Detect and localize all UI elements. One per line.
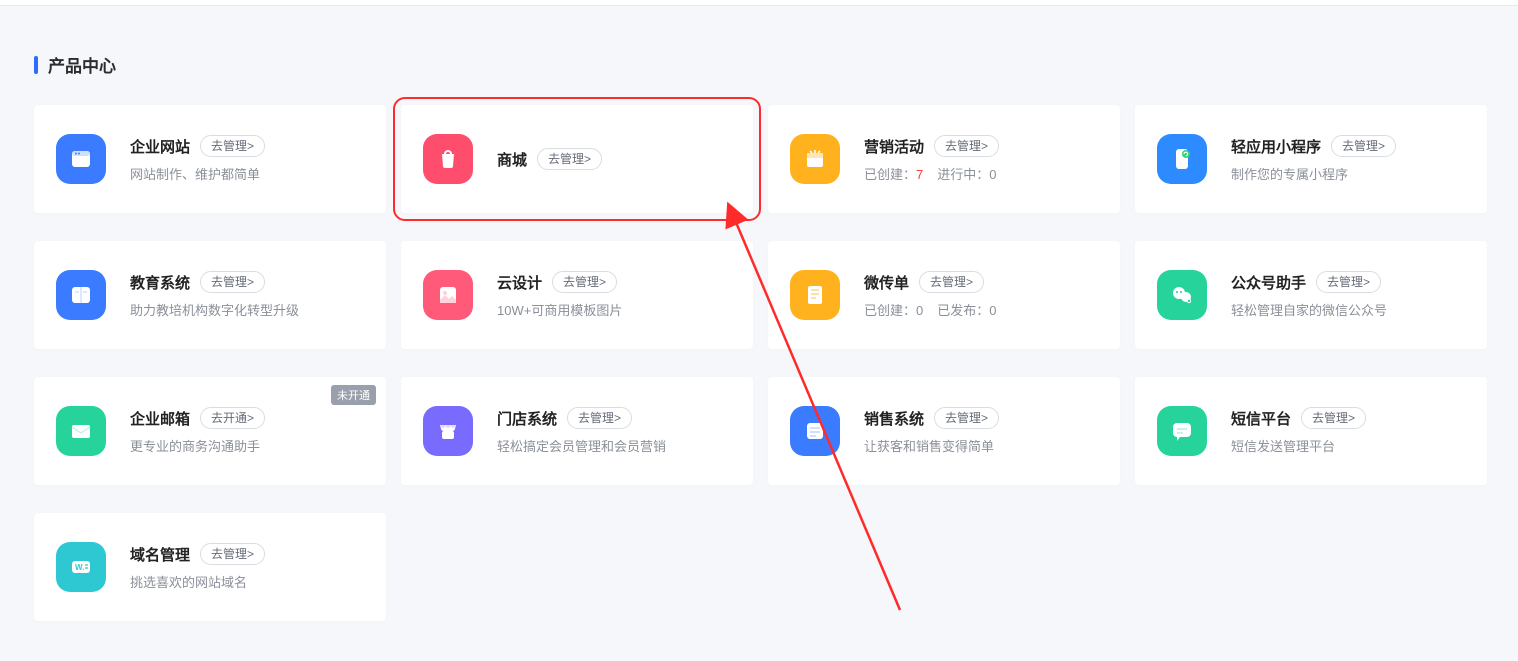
product-grid: 企业网站去管理>网站制作、维护都简单商城去管理>营销活动去管理>已创建：7进行中… bbox=[34, 105, 1484, 621]
card-stats: 已创建：7进行中：0 bbox=[864, 167, 1098, 183]
flyer-icon bbox=[790, 270, 840, 320]
website-icon bbox=[56, 134, 106, 184]
card-action-button[interactable]: 去管理> bbox=[200, 135, 265, 157]
card-action-button[interactable]: 去管理> bbox=[1331, 135, 1396, 157]
card-stats: 已创建：0已发布：0 bbox=[864, 303, 1098, 319]
section-header: 产品中心 bbox=[34, 52, 1484, 77]
card-action-button[interactable]: 去管理> bbox=[1301, 407, 1366, 429]
card-desc: 网站制作、维护都简单 bbox=[130, 167, 364, 183]
card-action-button[interactable]: 去开通> bbox=[200, 407, 265, 429]
badge-unopened: 未开通 bbox=[331, 385, 376, 405]
product-card[interactable]: 商城去管理> bbox=[401, 105, 753, 213]
card-title: 轻应用小程序 bbox=[1231, 136, 1321, 157]
mail-icon bbox=[56, 406, 106, 456]
card-desc: 挑选喜欢的网站域名 bbox=[130, 575, 364, 591]
card-action-button[interactable]: 去管理> bbox=[934, 407, 999, 429]
product-center-section: 产品中心 企业网站去管理>网站制作、维护都简单商城去管理>营销活动去管理>已创建… bbox=[0, 6, 1518, 621]
sales-icon bbox=[790, 406, 840, 456]
product-card[interactable]: 企业网站去管理> 网站制作、维护都简单 bbox=[34, 105, 386, 213]
domain-icon: W. bbox=[56, 542, 106, 592]
card-desc: 轻松搞定会员管理和会员营销 bbox=[497, 439, 731, 455]
card-desc: 助力教培机构数字化转型升级 bbox=[130, 303, 364, 319]
product-card[interactable]: 短信平台去管理> 短信发送管理平台 bbox=[1135, 377, 1487, 485]
card-action-button[interactable]: 去管理> bbox=[537, 148, 602, 170]
edu-icon bbox=[56, 270, 106, 320]
card-action-button[interactable]: 去管理> bbox=[567, 407, 632, 429]
card-action-button[interactable]: 去管理> bbox=[919, 271, 984, 293]
card-action-button[interactable]: 去管理> bbox=[200, 543, 265, 565]
card-title: 门店系统 bbox=[497, 408, 557, 429]
marketing-icon bbox=[790, 134, 840, 184]
product-card[interactable]: 微传单去管理> 已创建：0已发布：0 bbox=[768, 241, 1120, 349]
card-title: 公众号助手 bbox=[1231, 272, 1306, 293]
card-desc: 短信发送管理平台 bbox=[1231, 439, 1465, 455]
card-title: 微传单 bbox=[864, 272, 909, 293]
card-action-button[interactable]: 去管理> bbox=[934, 135, 999, 157]
store-icon bbox=[423, 406, 473, 456]
product-card[interactable]: W. 域名管理去管理> 挑选喜欢的网站域名 bbox=[34, 513, 386, 621]
card-desc: 轻松管理自家的微信公众号 bbox=[1231, 303, 1465, 319]
design-icon bbox=[423, 270, 473, 320]
product-card[interactable]: 轻应用小程序去管理> 制作您的专属小程序 bbox=[1135, 105, 1487, 213]
miniapp-icon bbox=[1157, 134, 1207, 184]
card-title: 短信平台 bbox=[1231, 408, 1291, 429]
product-card[interactable]: 销售系统去管理> 让获客和销售变得简单 bbox=[768, 377, 1120, 485]
card-desc: 制作您的专属小程序 bbox=[1231, 167, 1465, 183]
product-card[interactable]: 未开通企业邮箱去开通> 更专业的商务沟通助手 bbox=[34, 377, 386, 485]
card-action-button[interactable]: 去管理> bbox=[200, 271, 265, 293]
card-title: 域名管理 bbox=[130, 544, 190, 565]
card-title: 教育系统 bbox=[130, 272, 190, 293]
mall-icon bbox=[423, 134, 473, 184]
wechat-icon bbox=[1157, 270, 1207, 320]
card-title: 企业网站 bbox=[130, 136, 190, 157]
product-card[interactable]: 门店系统去管理> 轻松搞定会员管理和会员营销 bbox=[401, 377, 753, 485]
card-title: 商城 bbox=[497, 149, 527, 170]
card-title: 云设计 bbox=[497, 272, 542, 293]
product-card[interactable]: 云设计去管理> 10W+可商用模板图片 bbox=[401, 241, 753, 349]
product-card[interactable]: 教育系统去管理> 助力教培机构数字化转型升级 bbox=[34, 241, 386, 349]
card-title: 营销活动 bbox=[864, 136, 924, 157]
product-card[interactable]: 公众号助手去管理> 轻松管理自家的微信公众号 bbox=[1135, 241, 1487, 349]
product-card[interactable]: 营销活动去管理> 已创建：7进行中：0 bbox=[768, 105, 1120, 213]
card-desc: 让获客和销售变得简单 bbox=[864, 439, 1098, 455]
card-action-button[interactable]: 去管理> bbox=[552, 271, 617, 293]
card-title: 企业邮箱 bbox=[130, 408, 190, 429]
card-title: 销售系统 bbox=[864, 408, 924, 429]
card-desc: 10W+可商用模板图片 bbox=[497, 303, 731, 319]
card-action-button[interactable]: 去管理> bbox=[1316, 271, 1381, 293]
section-accent-bar bbox=[34, 56, 38, 74]
sms-icon bbox=[1157, 406, 1207, 456]
card-desc: 更专业的商务沟通助手 bbox=[130, 439, 364, 455]
svg-text:W.: W. bbox=[75, 563, 84, 572]
section-title: 产品中心 bbox=[48, 52, 116, 77]
